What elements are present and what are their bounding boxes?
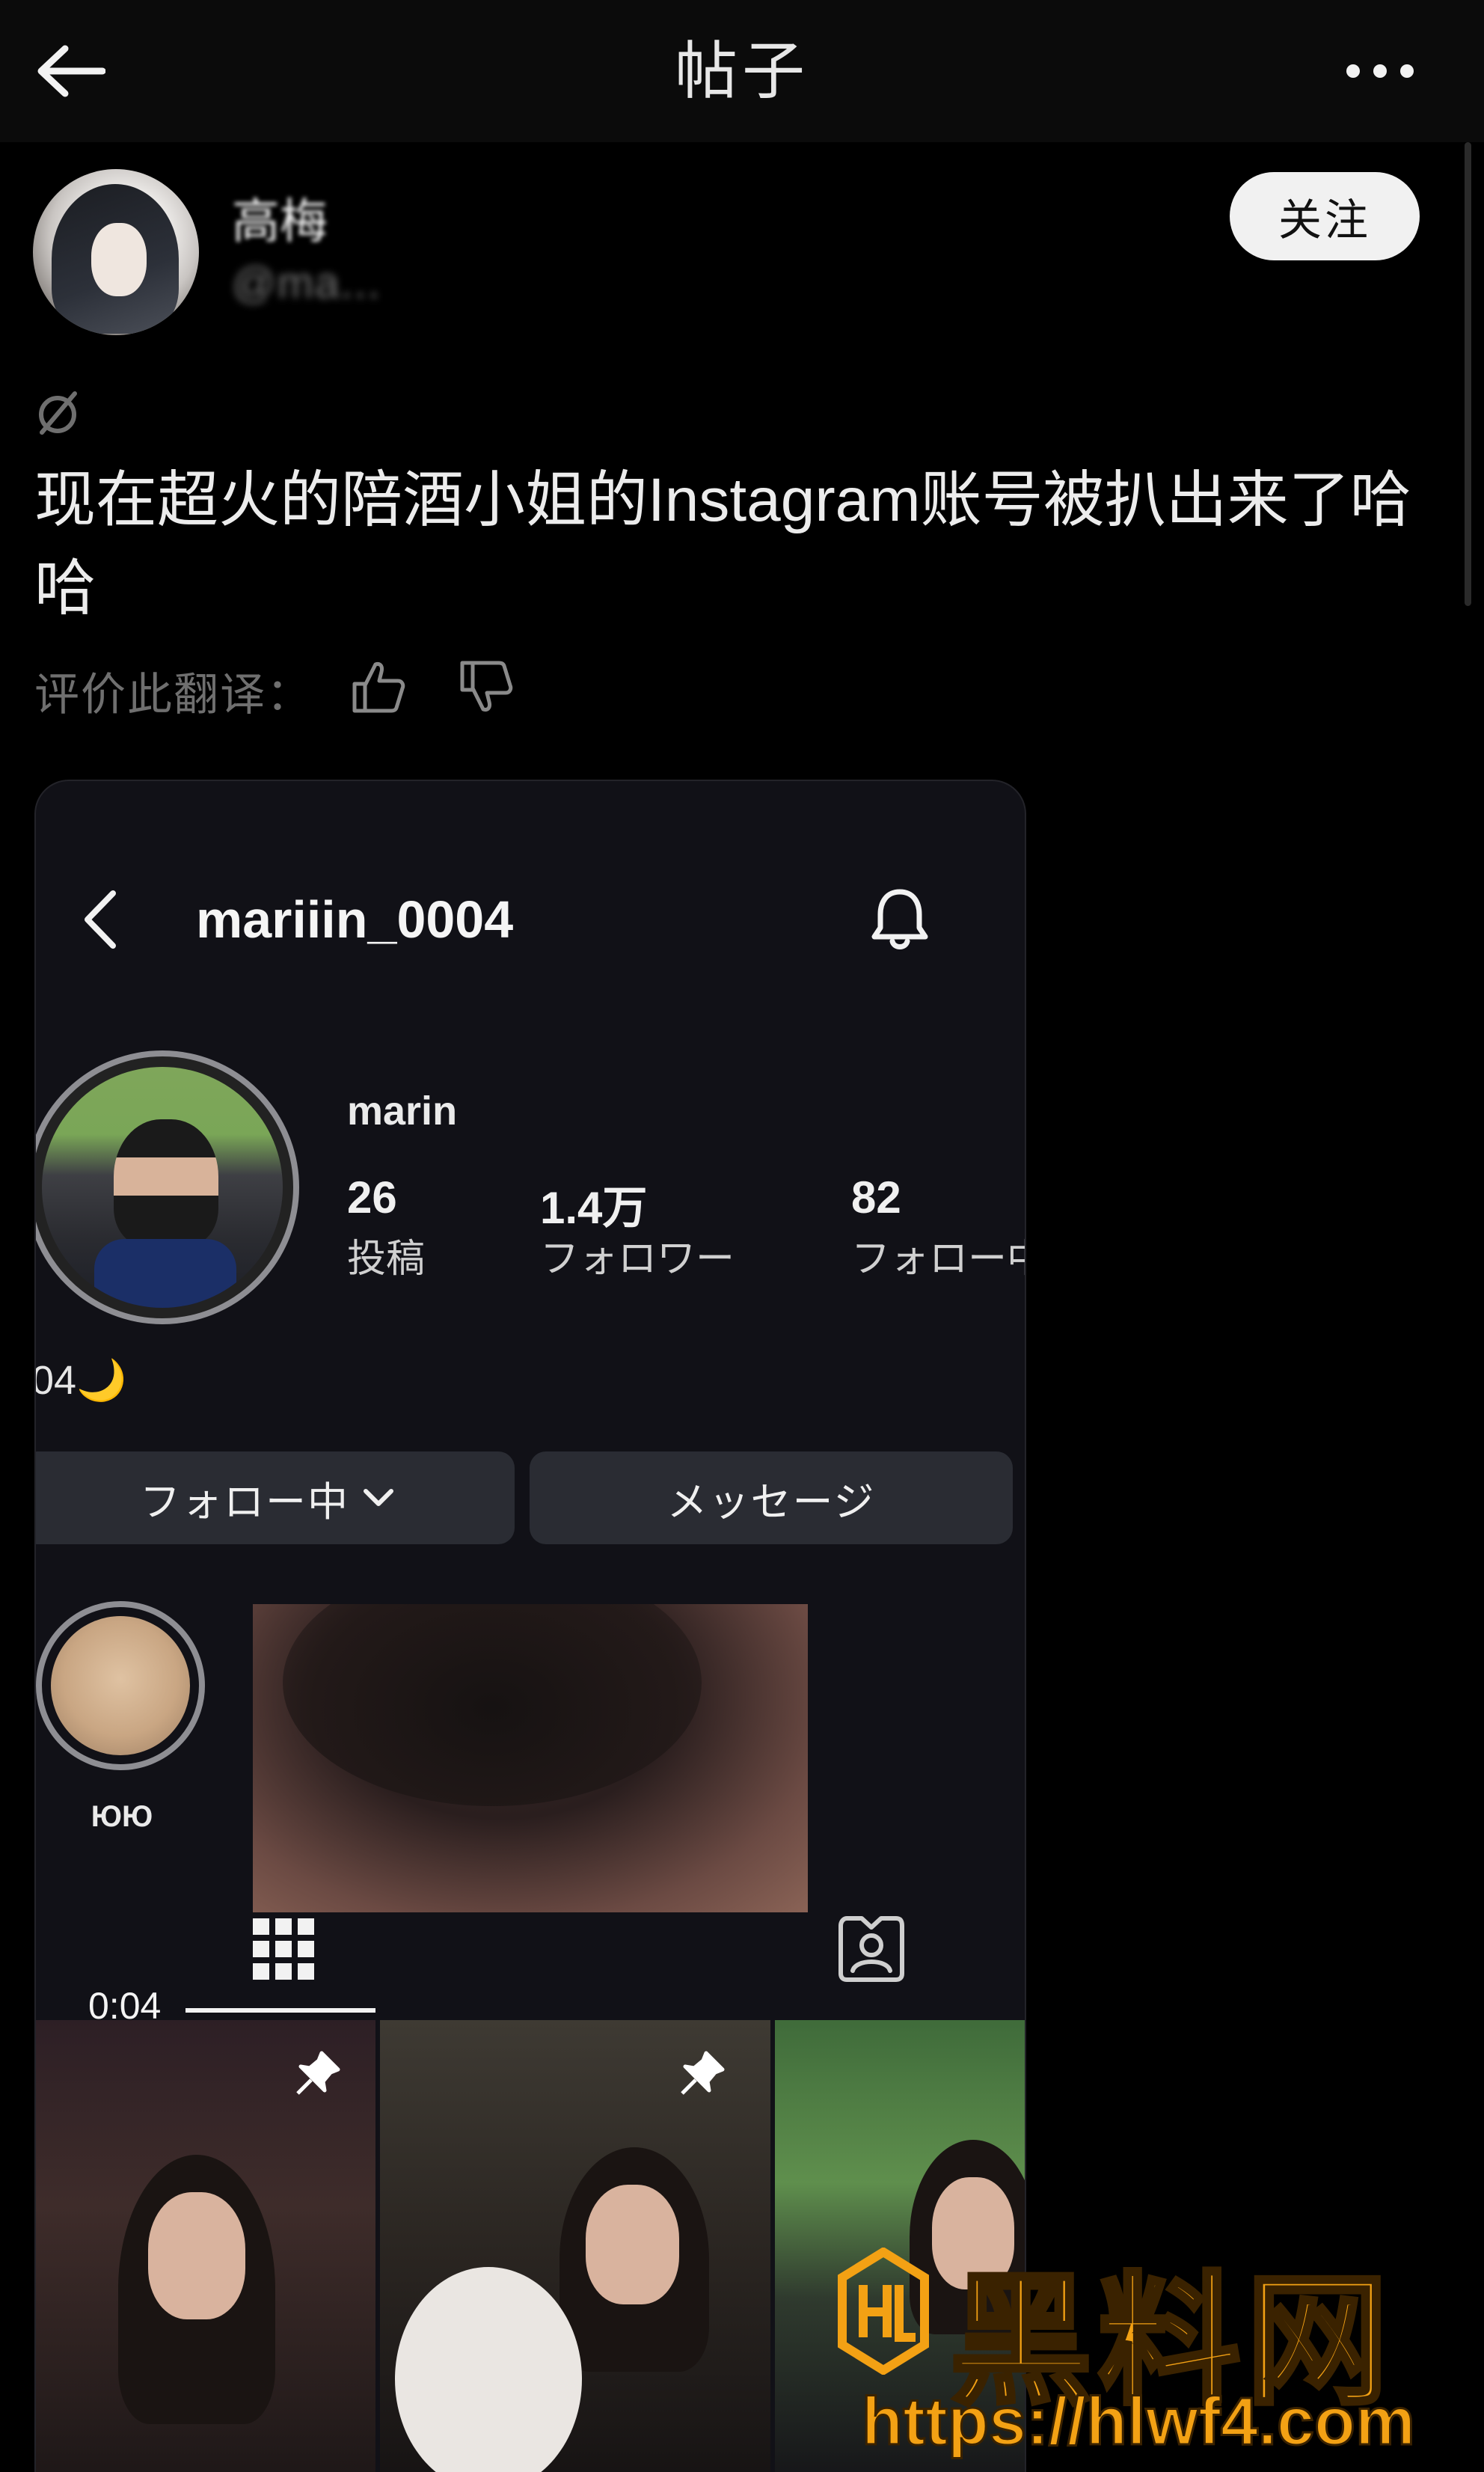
ig-posts-count: 26 (347, 1172, 397, 1223)
watermark-logo-icon (838, 2248, 929, 2375)
bell-icon (871, 889, 928, 949)
thumbs-up-icon[interactable] (350, 658, 407, 715)
thumbs-down-icon[interactable] (458, 658, 515, 715)
embedded-image-card[interactable]: mariiin_0004 marin 26 投稿 1.4万 フォロワー 82 フ… (34, 780, 1026, 2472)
chevron-down-icon (364, 1489, 393, 1506)
ig-active-tab-indicator (186, 2008, 375, 2013)
grid-icon[interactable] (250, 1915, 317, 1983)
ig-highlight-label: ЮЮ (91, 1800, 153, 1833)
ig-username: mariiin_0004 (196, 890, 514, 949)
ig-following-button-label: フォロー中 (140, 1479, 349, 1525)
ig-following-count: 82 (851, 1172, 901, 1223)
author-name[interactable]: 高梅 (232, 183, 328, 252)
more-horizontal-icon (1346, 64, 1414, 78)
ig-story-preview-image (253, 1604, 808, 1912)
scrollbar[interactable] (1465, 142, 1471, 606)
translation-icon (39, 391, 77, 435)
ig-back-button[interactable] (66, 878, 133, 961)
ig-bio: 04🌙 (34, 1358, 127, 1403)
rate-translation-label: 评价此翻译： (34, 670, 313, 720)
chevron-left-icon (85, 890, 116, 949)
post-text: 现在超火的陪酒小姐的Instagram账号被扒出来了哈哈 (34, 466, 1411, 622)
pin-icon (681, 2051, 725, 2095)
ig-following-label: フォロー中 (851, 1237, 1025, 1281)
ig-followers-label: フォロワー (540, 1237, 735, 1281)
ig-posts-label: 投稿 (347, 1237, 426, 1281)
ig-post-thumbnail[interactable] (36, 2020, 375, 2472)
ig-message-button[interactable]: メッセージ (530, 1451, 1013, 1544)
watermark-url: https://hlwf4.com (861, 2384, 1417, 2461)
ig-story-highlight[interactable] (36, 1601, 205, 1770)
pin-icon (296, 2051, 340, 2095)
video-duration: 0:04 (88, 1985, 162, 2027)
page-title: 帖子 (674, 36, 809, 106)
tagged-person-icon[interactable] (836, 1914, 907, 1984)
more-options-button[interactable] (1324, 30, 1436, 112)
ig-post-thumbnail[interactable] (380, 2020, 770, 2472)
author-handle: @ma... (232, 259, 381, 308)
ig-notification-button[interactable] (859, 878, 941, 961)
ig-profile-avatar[interactable] (36, 1050, 299, 1324)
ig-display-name: marin (347, 1089, 458, 1133)
author-avatar[interactable] (33, 169, 199, 335)
follow-button[interactable]: 关注 (1230, 172, 1420, 260)
ig-following-button[interactable]: フォロー中 (36, 1451, 515, 1544)
